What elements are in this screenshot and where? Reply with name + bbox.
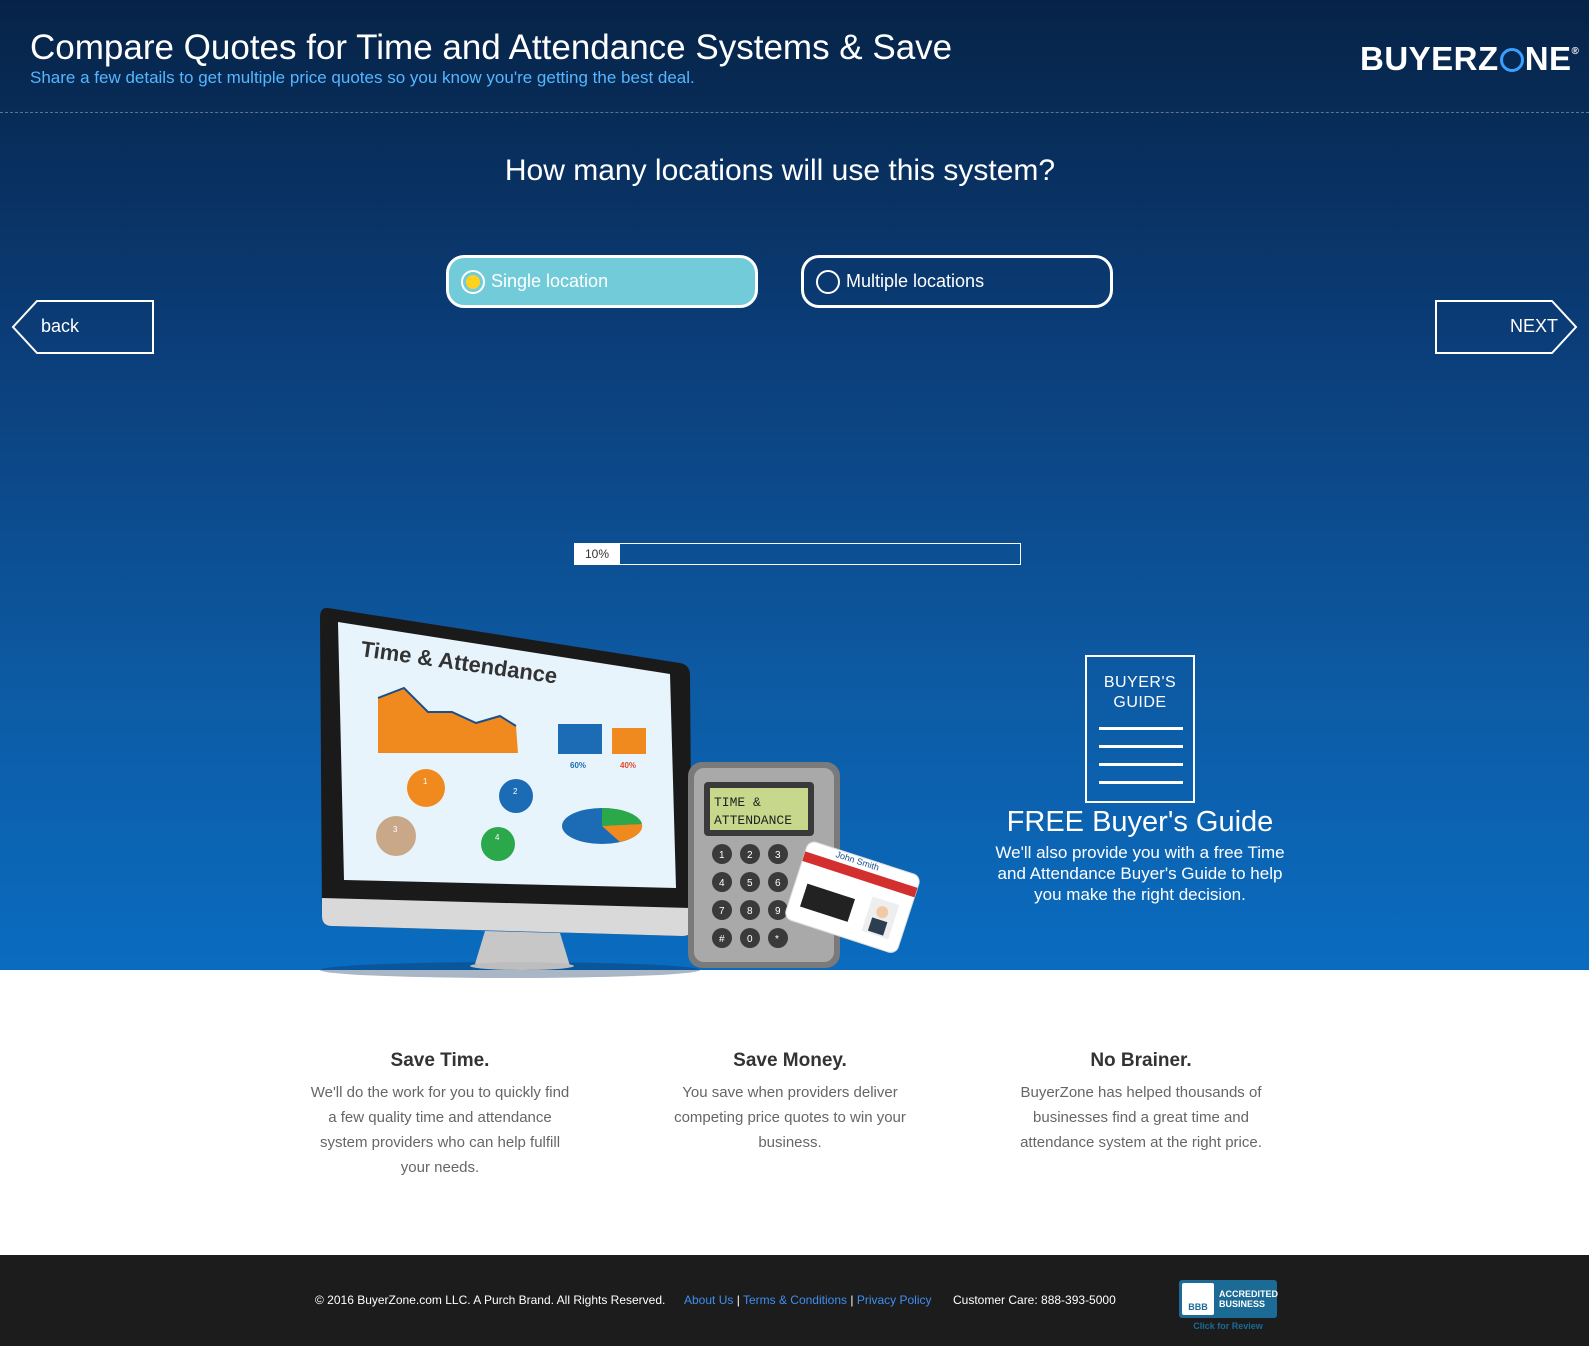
buyers-guide-document-icon: BUYER'S GUIDE	[1085, 655, 1195, 803]
option-label: Multiple locations	[846, 271, 985, 291]
guide-icon-line1: BUYER'S	[1103, 674, 1177, 691]
guide-icon-title: BUYER'S GUIDE	[1087, 673, 1193, 713]
bbb-line1: ACCREDITED	[1219, 1289, 1279, 1299]
keypad-key-label: 5	[747, 878, 753, 889]
footer-links: About Us | Terms & Conditions | Privacy …	[684, 1293, 932, 1307]
guide-line	[1099, 763, 1183, 766]
flow-step-3: 3	[393, 825, 398, 834]
bbb-line2: BUSINESS	[1219, 1299, 1266, 1309]
next-button[interactable]: NEXT	[1434, 299, 1578, 355]
keypad-key-label: 3	[775, 850, 781, 861]
keypad-key-label: *	[775, 934, 779, 945]
benefit-text: We'll do the work for you to quickly fin…	[310, 1084, 570, 1176]
benefit-save-money: Save Money. You save when providers deli…	[660, 1050, 920, 1155]
back-arrow-shape-icon	[11, 300, 154, 354]
logo-text-left: BUYERZ	[1360, 40, 1499, 77]
back-label: back	[41, 316, 80, 336]
guide-icon-line2: GUIDE	[1113, 694, 1167, 711]
keypad-key-label: 6	[775, 878, 781, 889]
keypad-key-label: 4	[719, 878, 725, 889]
keypad-key-label: 0	[747, 934, 753, 945]
logo-text-right: NE	[1524, 40, 1572, 77]
buyers-guide-text: We'll also provide you with a free Time …	[995, 843, 1285, 904]
keypad-key-label: 8	[747, 906, 753, 917]
guide-line	[1099, 745, 1183, 748]
keypad-key-label: 7	[719, 906, 725, 917]
bbb-badge-text: ACCREDITED BUSINESS	[1219, 1289, 1278, 1309]
option-multiple-locations[interactable]: Multiple locations	[801, 255, 1113, 308]
progress-label: 10%	[585, 547, 610, 561]
flow-step-2: 2	[513, 787, 518, 796]
link-terms-conditions[interactable]: Terms & Conditions	[743, 1293, 847, 1307]
keypad-display-line2: ATTENDANCE	[714, 813, 792, 828]
progress-bar: 10%	[574, 543, 1021, 565]
guide-line	[1099, 727, 1183, 730]
benefit-title: No Brainer.	[1090, 1050, 1192, 1071]
buyerzone-logo[interactable]: BUYERZ NE®	[1360, 40, 1579, 78]
buyers-guide-title: FREE Buyer's Guide	[1006, 806, 1274, 838]
radio-selected-icon[interactable]	[461, 269, 485, 294]
monitor-icon: Time & Attendance 60% 40% 1 2 3 4	[320, 608, 692, 970]
copyright-text: © 2016 BuyerZone.com LLC. A Purch Brand.…	[315, 1293, 666, 1307]
page-subtitle: Share a few details to get multiple pric…	[30, 68, 695, 87]
option-single-location[interactable]: Single location	[446, 255, 758, 308]
question-heading: How many locations will use this system?	[504, 154, 1056, 187]
bbb-seal-icon: BBB	[1182, 1283, 1214, 1315]
back-button[interactable]: back	[11, 299, 155, 355]
flow-step-1: 1	[423, 777, 428, 786]
footer: © 2016 BuyerZone.com LLC. A Purch Brand.…	[0, 1255, 1589, 1346]
benefit-text: BuyerZone has helped thousands of busine…	[1020, 1084, 1262, 1151]
link-separator: |	[850, 1293, 854, 1307]
next-label: NEXT	[1510, 316, 1559, 336]
option-label: Single location	[491, 271, 609, 291]
benefit-save-time: Save Time. We'll do the work for you to …	[310, 1050, 570, 1180]
keypad-key-label: 9	[775, 906, 781, 917]
link-privacy-policy[interactable]: Privacy Policy	[857, 1293, 932, 1307]
keypad-key-label: 1	[719, 850, 725, 861]
keypad-display-line1: TIME &	[714, 795, 761, 810]
link-separator: |	[736, 1293, 740, 1307]
benefit-title: Save Money.	[733, 1050, 847, 1071]
radio-dot	[466, 274, 480, 289]
guide-line	[1099, 781, 1183, 784]
benefit-no-brainer: No Brainer. BuyerZone has helped thousan…	[1011, 1050, 1271, 1155]
logo-o-ring-icon	[1499, 48, 1524, 72]
benefit-title: Save Time.	[390, 1050, 490, 1071]
bbb-review-link[interactable]: Click for Review	[1179, 1321, 1277, 1331]
stat-b-label: 40%	[620, 761, 636, 770]
benefit-text: You save when providers deliver competin…	[674, 1084, 906, 1151]
hero-section: Compare Quotes for Time and Attendance S…	[0, 0, 1589, 978]
stat-a-label: 60%	[570, 761, 586, 770]
customer-care-phone: Customer Care: 888-393-5000	[953, 1293, 1116, 1307]
radio-unselected-icon[interactable]	[816, 269, 840, 294]
link-about-us[interactable]: About Us	[684, 1293, 733, 1307]
keypad-key-label: 2	[747, 850, 753, 861]
logo-registered-mark: ®	[1571, 46, 1580, 57]
header: Compare Quotes for Time and Attendance S…	[0, 0, 1589, 113]
time-attendance-illustration: Time & Attendance 60% 40% 1 2 3 4 TIME &…	[320, 608, 920, 978]
bbb-accredited-badge[interactable]: BBB ACCREDITED BUSINESS	[1179, 1280, 1278, 1318]
keypad-key-label: #	[719, 934, 725, 945]
flow-step-4: 4	[495, 833, 500, 842]
page-title: Compare Quotes for Time and Attendance S…	[30, 28, 953, 67]
